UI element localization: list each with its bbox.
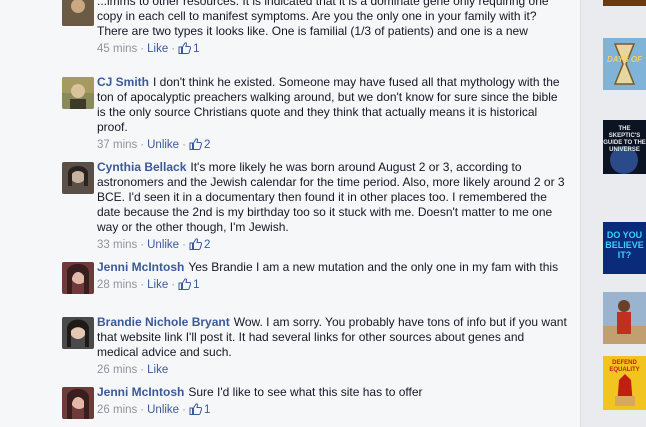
like-link[interactable]: Like [147,364,168,376]
comment-meta: 37 mins · Unlike · 2 [97,138,211,151]
comment-item: Brandie Nichole Bryant Wow. I am sorry. Y… [62,315,567,377]
avatar[interactable] [62,262,94,294]
comment-author[interactable]: Brandie Nichole Bryant [97,315,230,329]
avatar[interactable] [62,162,94,194]
like-count-value: 2 [203,139,211,151]
comment-time[interactable]: 28 mins [97,279,137,291]
avatar[interactable] [62,387,94,419]
ad-thumbnail[interactable]: DAYS OF [603,38,646,90]
unlike-link[interactable]: Unlike [147,239,179,251]
ad-label: THE SKEPTIC'S GUIDE TO THE UNIVERSE [603,126,646,153]
thumbs-up-icon [178,278,192,290]
thumbs-up-icon [189,138,202,150]
comment-time[interactable]: 26 mins [97,364,137,376]
comment-body: Yes Brandie I am a new mutation and the … [188,260,559,274]
avatar[interactable] [62,317,94,349]
comment-author[interactable]: Cynthia Bellack [97,160,186,174]
comment-feed: ...imms to other resources. It is indica… [0,0,580,427]
like-count[interactable]: 1 [189,403,211,416]
thumbs-up-icon [178,42,192,54]
ad-label: DO YOU BELIEVE IT? [605,230,644,260]
comment-meta: 45 mins · Like · 1 [97,42,200,55]
comment-author[interactable]: Jenni McIntosh [97,385,184,399]
comment-item: CJ Smith I don't think he existed. Someon… [62,75,567,152]
like-count-value: 1 [193,43,200,55]
ad-label: DAYS OF [607,55,642,64]
ad-thumbnail[interactable] [603,292,646,344]
comment-text: Cynthia Bellack It's more likely he was b… [97,160,567,235]
like-count-value: 1 [193,279,200,291]
ad-thumbnail[interactable]: DEFEND EQUALITY [603,356,646,410]
comment-time[interactable]: 37 mins [97,139,137,151]
comment-time[interactable]: 33 mins [97,239,137,251]
comment-text: CJ Smith I don't think he existed. Someon… [97,75,567,135]
like-count[interactable]: 1 [178,278,200,291]
ad-label: DEFEND EQUALITY [609,360,640,373]
comment-author[interactable]: CJ Smith [97,75,149,89]
comment-text: ...imms to other resources. It is indica… [97,0,567,39]
comment-time[interactable]: 26 mins [97,404,137,416]
comment-text: Jenni McIntosh Sure I'd like to see what … [97,385,567,400]
comment-meta: 26 mins · Like [97,364,169,376]
like-count[interactable]: 2 [189,138,211,151]
comment-body: I don't think he existed. Someone may ha… [97,75,560,134]
comment-item: Jenni McIntosh Yes Brandie I am a new mut… [62,260,567,294]
like-count[interactable]: 2 [189,238,211,251]
avatar[interactable] [62,0,94,26]
comment-meta: 33 mins · Unlike · 2 [97,238,211,251]
comment-text: Brandie Nichole Bryant Wow. I am sorry. Y… [97,315,567,360]
like-count-value: 2 [203,239,211,251]
comment-time[interactable]: 45 mins [97,43,137,55]
comment-item: ...imms to other resources. It is indica… [62,0,567,56]
thumbs-up-icon [189,403,202,415]
like-count[interactable]: 1 [178,42,200,55]
comment-meta: 28 mins · Like · 1 [97,278,200,291]
avatar[interactable] [62,77,94,109]
thumbs-up-icon [189,238,202,250]
comment-body: ...imms to other resources. It is indica… [97,0,549,38]
ad-thumbnail[interactable]: THE SKEPTIC'S GUIDE TO THE UNIVERSE [603,120,646,174]
right-rail-ads: DAYS OF THE SKEPTIC'S GUIDE TO THE UNIVE… [581,0,646,427]
like-link[interactable]: Like [147,43,168,55]
comment-item: Cynthia Bellack It's more likely he was b… [62,160,567,252]
like-count-value: 1 [203,404,211,416]
ad-thumbnail[interactable]: DO YOU BELIEVE IT? [603,222,646,274]
ad-thumbnail[interactable] [603,0,646,6]
like-link[interactable]: Like [147,279,168,291]
comment-author[interactable]: Jenni McIntosh [97,260,184,274]
comment-item: Jenni McIntosh Sure I'd like to see what … [62,385,567,419]
comment-meta: 26 mins · Unlike · 1 [97,403,211,416]
unlike-link[interactable]: Unlike [147,139,179,151]
unlike-link[interactable]: Unlike [147,404,179,416]
comment-body: Sure I'd like to see what this site has … [188,385,423,399]
comment-text: Jenni McIntosh Yes Brandie I am a new mut… [97,260,567,275]
